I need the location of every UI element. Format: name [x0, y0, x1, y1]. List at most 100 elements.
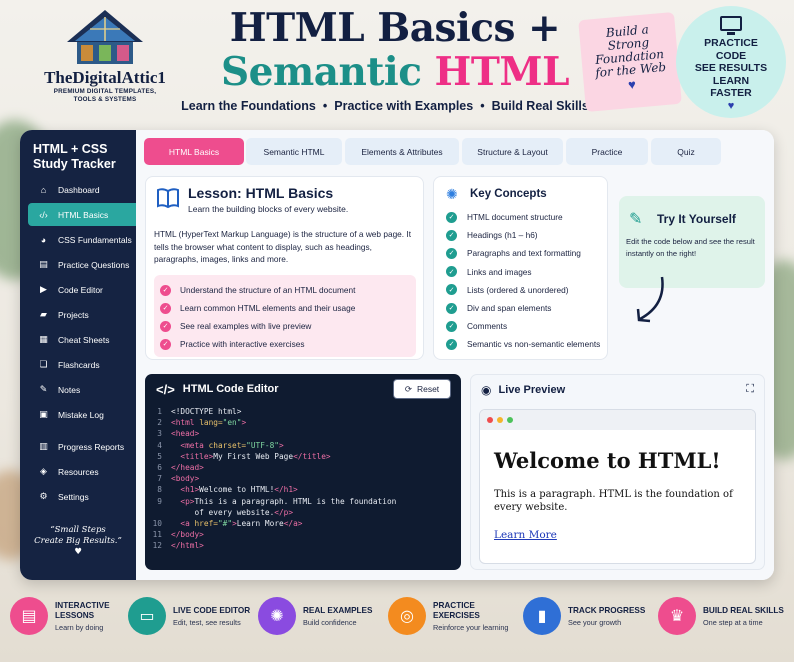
code-text: </body>	[171, 530, 204, 540]
feature-title: INTERACTIVE	[55, 600, 110, 610]
preview-heading: Welcome to HTML!	[494, 448, 721, 473]
subtitle-item: Practice with Examples	[334, 99, 474, 113]
sidebar-item-cheat-sheets[interactable]: ▦ Cheat Sheets	[28, 328, 136, 351]
code-line: 9 <p>This is a paragraph. HTML is the fo…	[145, 496, 461, 507]
reset-button[interactable]: ⟳ Reset	[393, 379, 451, 399]
sidebar-item-html-basics[interactable]: ‹/› HTML Basics	[28, 203, 136, 226]
concept-text: Links and images	[467, 266, 532, 277]
code-line: 10 <a href="#">Learn More</a>	[145, 518, 461, 529]
line-number: 11	[152, 530, 162, 540]
objective-item: ✓ Learn common HTML elements and their us…	[160, 299, 410, 317]
code-text: <meta charset="UTF-8">	[180, 440, 284, 450]
check-icon: ✓	[160, 338, 171, 350]
code-text: <html lang="en">	[171, 418, 247, 428]
code-icon: ‹/›	[39, 209, 48, 220]
objective-text: See real examples with live preview	[180, 321, 312, 331]
preview-link[interactable]: Learn More	[494, 529, 557, 541]
lesson-body: HTML (HyperText Markup Language) is the …	[154, 229, 412, 264]
feature-practice-exercises: ◎ PRACTICE EXERCISES Reinforce your learni…	[388, 594, 508, 638]
preview-header: ◉ Live Preview	[481, 383, 565, 397]
sidebar-item-resources[interactable]: ◈ Resources	[28, 460, 136, 483]
code-editor[interactable]: </> HTML Code Editor ⟳ Reset 1 <!DOCTYPE h…	[145, 374, 461, 570]
feature-title: TRACK PROGRESS	[568, 605, 646, 615]
code-text: <p>This is a paragraph. HTML is the foun…	[180, 496, 397, 506]
code-text: <head>	[171, 429, 200, 439]
sidebar-item-notes[interactable]: ✎ Notes	[28, 378, 136, 401]
sidebar-item-dashboard[interactable]: ⌂ Dashboard	[28, 178, 136, 201]
feature-title: LIVE CODE EDITOR	[173, 605, 251, 615]
lesson-panel: Lesson: HTML Basics Learn the building b…	[145, 176, 424, 360]
code-area[interactable]: 1 <!DOCTYPE html> 2 <html lang="en"> 3 <hea…	[145, 406, 461, 551]
feature-title: REAL EXAMPLES	[303, 605, 373, 615]
sidebar-title-line: Study Tracker	[33, 157, 116, 171]
browser-bar	[480, 410, 755, 430]
sidebar-item-css-fundamentals[interactable]: ◕ CSS Fundamentals	[28, 228, 136, 251]
code-brackets-icon: </>	[156, 381, 175, 397]
page-title: HTML Basics +	[229, 5, 561, 51]
sidebar-item-label: Resources	[58, 466, 99, 477]
sidebar-item-projects[interactable]: ▰ Projects	[28, 303, 136, 326]
gear-icon: ⚙	[39, 491, 48, 501]
sidebar-item-mistake-log[interactable]: ▣ Mistake Log	[28, 403, 136, 426]
live-preview-panel: ◉ Live Preview ⛶ Welcome to HTML! This i…	[470, 374, 765, 570]
check-icon: ✓	[446, 229, 457, 241]
note-icon: ✎	[39, 384, 48, 394]
play-icon: ▶	[40, 284, 47, 294]
tab-practice[interactable]: Practice	[566, 138, 648, 165]
line-number: 8	[157, 485, 162, 495]
sidebar-item-settings[interactable]: ⚙ Settings	[28, 485, 136, 508]
title-html: HTML	[434, 49, 570, 95]
expand-icon[interactable]: ⛶	[746, 383, 754, 396]
badge-line: LEARN	[712, 74, 750, 87]
sidebar-item-practice-questions[interactable]: ▤ Practice Questions	[28, 253, 136, 276]
curved-arrow-icon	[630, 275, 670, 332]
tab-elements-attributes[interactable]: Elements & Attributes	[345, 138, 459, 165]
line-number: 5	[157, 451, 162, 461]
book-icon	[156, 187, 180, 214]
line-number: 3	[157, 429, 162, 439]
pencil-icon: ✎	[629, 211, 643, 228]
bar-chart-icon: ▮	[523, 597, 561, 635]
feature-title: PRACTICE	[433, 600, 475, 610]
quote-line: Create Big Results.”	[34, 536, 122, 546]
concept-item: ✓ Semantic vs non-semantic elements	[446, 335, 600, 353]
monitor-icon: ▭	[128, 597, 166, 635]
cards-icon: ❏	[39, 359, 48, 369]
code-line: 2 <html lang="en">	[145, 417, 461, 428]
sidebar-item-code-editor[interactable]: ▶ Code Editor	[28, 278, 136, 301]
sidebar-item-label: Projects	[58, 309, 89, 320]
code-line: 12 </html>	[145, 540, 461, 551]
code-text: <h1>Welcome to HTML!</h1>	[180, 485, 298, 495]
refresh-icon: ⟳	[404, 383, 412, 394]
code-line: 7 <body>	[145, 473, 461, 484]
concept-text: HTML document structure	[467, 212, 563, 223]
line-number: 6	[157, 463, 162, 473]
maximize-dot-icon	[507, 417, 513, 423]
check-icon: ✓	[446, 247, 457, 259]
main-content: HTML Basics Semantic HTML Elements & Att…	[136, 130, 774, 580]
line-number: 7	[157, 474, 162, 484]
code-line: 3 <head>	[145, 428, 461, 439]
objective-text: Learn common HTML elements and their usa…	[180, 303, 356, 313]
feature-title: BUILD REAL SKILLS	[703, 605, 784, 615]
feature-subtitle: One step at a time	[703, 617, 763, 627]
tab-quiz[interactable]: Quiz	[651, 138, 721, 165]
sidebar-item-progress-reports[interactable]: ▥ Progress Reports	[28, 435, 136, 458]
tab-structure-layout[interactable]: Structure & Layout	[462, 138, 563, 165]
feature-title: EXERCISES	[433, 610, 480, 620]
document-icon: ▤	[39, 259, 48, 269]
sidebar-item-flashcards[interactable]: ❏ Flashcards	[28, 353, 136, 376]
sidebar: HTML + CSS Study Tracker ⌂ Dashboard ‹/› HT…	[20, 130, 136, 580]
feature-title: LESSONS	[55, 610, 95, 620]
sidebar-item-label: Flashcards	[58, 359, 100, 370]
tab-semantic-html[interactable]: Semantic HTML	[246, 138, 342, 165]
concept-item: ✓ HTML document structure	[446, 208, 600, 226]
concept-text: Div and span elements	[467, 303, 552, 314]
code-line: of every website.</p>	[145, 507, 461, 518]
tab-html-basics[interactable]: HTML Basics	[144, 138, 244, 165]
badge-line: PRACTICE	[704, 37, 758, 49]
eye-icon: ◉	[481, 383, 492, 397]
promo-badge: PRACTICE CODE SEE RESULTS LEARN FASTER ♥	[676, 6, 786, 118]
heart-icon: ♥	[74, 547, 82, 557]
bar-chart-icon: ▥	[39, 441, 48, 451]
